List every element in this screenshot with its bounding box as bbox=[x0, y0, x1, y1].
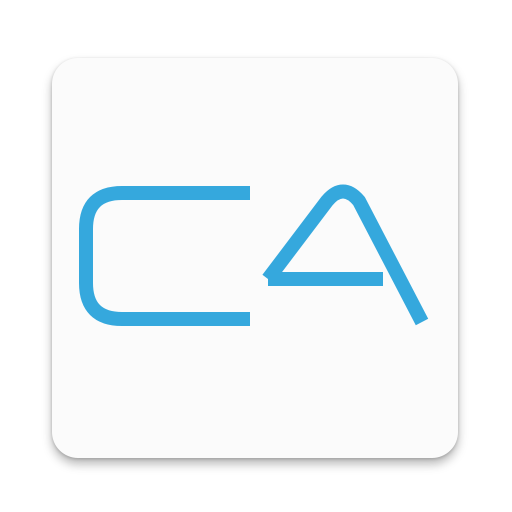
ca-logo-icon bbox=[79, 184, 429, 326]
app-icon-canvas bbox=[0, 0, 512, 512]
logo-letter-c bbox=[79, 186, 250, 326]
logo-letter-a bbox=[262, 184, 429, 326]
